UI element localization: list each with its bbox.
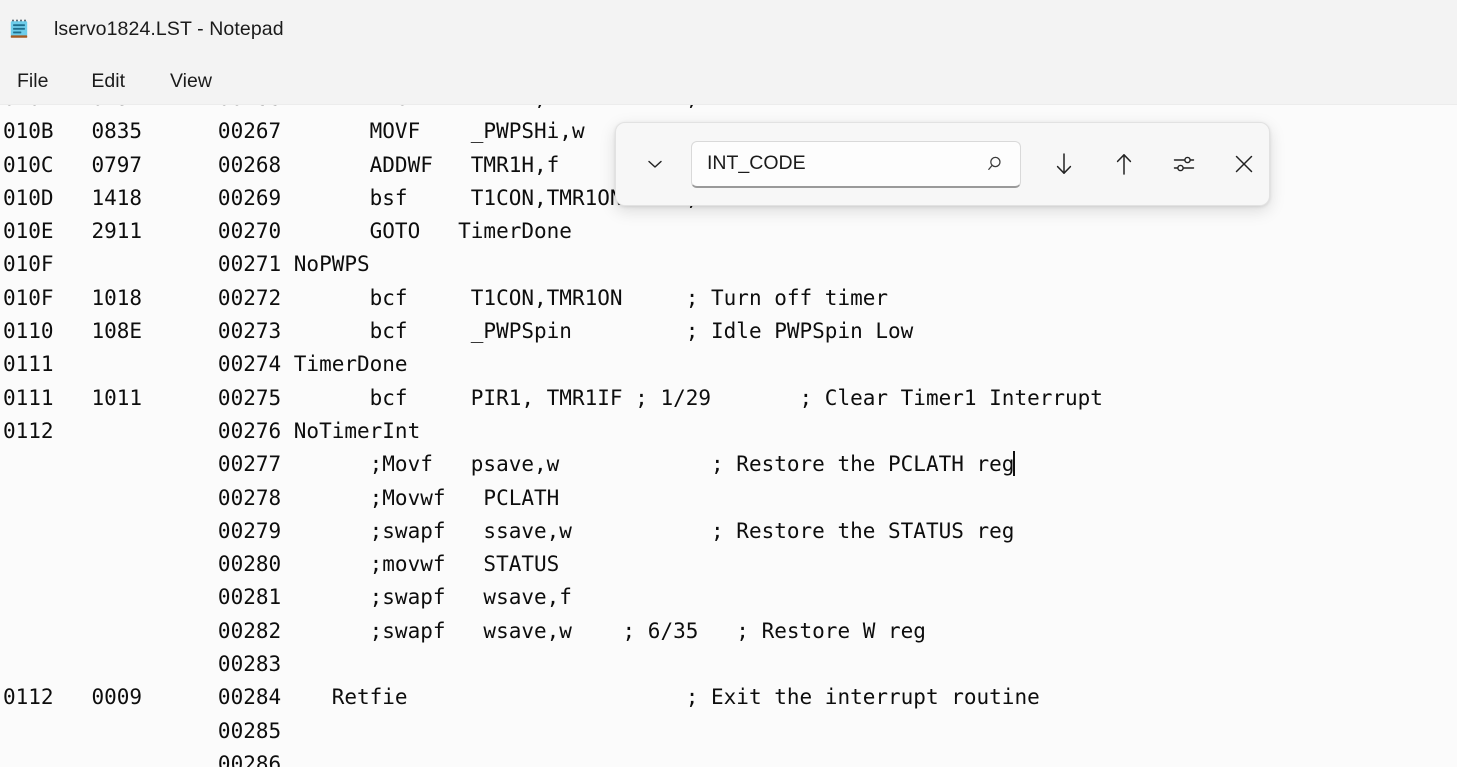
menu-item-edit[interactable]: Edit [80,66,136,97]
code-line: 00282 ;swapf wsave,w ; 6/35 ; Restore W … [3,615,1103,648]
menu-item-file[interactable]: File [6,66,59,97]
text-caret [1013,451,1015,476]
code-line: 00283 [3,648,1103,681]
menu-bar: File Edit View [0,58,1457,104]
find-bar [615,122,1270,206]
menu-item-view[interactable]: View [159,66,223,97]
find-next-button[interactable] [1041,141,1087,187]
chevron-down-icon[interactable] [633,142,677,186]
code-line: 00285 [3,715,1103,748]
code-line: 010E 2911 00270 GOTO TimerDone [3,215,1103,248]
close-icon [1229,149,1259,179]
find-input[interactable] [692,142,1020,186]
code-line: 00277 ;Movf psave,w ; Restore the PCLATH… [3,448,1103,481]
code-line: 0112 00276 NoTimerInt [3,415,1103,448]
code-line: 00278 ;Movwf PCLATH [3,482,1103,515]
find-input-wrapper[interactable] [691,141,1021,188]
code-line: 00279 ;swapf ssave,w ; Restore the STATU… [3,515,1103,548]
code-line: 00280 ;movwf STATUS [3,548,1103,581]
code-line: 0111 00274 TimerDone [3,348,1103,381]
title-bar: lservo1824.LST - Notepad [0,0,1457,58]
code-line: 00281 ;swapf wsave,f [3,581,1103,614]
code-line: 010F 00271 NoPWPS [3,248,1103,281]
arrow-up-icon [1109,149,1139,179]
find-previous-button[interactable] [1101,141,1147,187]
code-line: 010A 0A97 00266 INCF TMR1H,f ; 1 [3,104,1103,115]
code-line: 010F 1018 00272 bcf T1CON,TMR1ON ; Turn … [3,282,1103,315]
notepad-window: lservo1824.LST - Notepad File Edit View … [0,0,1457,767]
code-line: 0112 0009 00284 Retfie ; Exit the interr… [3,681,1103,714]
notepad-icon [7,15,35,43]
code-line: 00286 [3,748,1103,767]
find-options-button[interactable] [1161,141,1207,187]
code-line: 0110 108E 00273 bcf _PWPSpin ; Idle PWPS… [3,315,1103,348]
arrow-down-icon [1049,149,1079,179]
window-title: lservo1824.LST - Notepad [54,18,284,41]
close-find-button[interactable] [1221,141,1267,187]
code-line: 0111 1011 00275 bcf PIR1, TMR1IF ; 1/29 … [3,382,1103,415]
sliders-options-icon [1169,149,1199,179]
